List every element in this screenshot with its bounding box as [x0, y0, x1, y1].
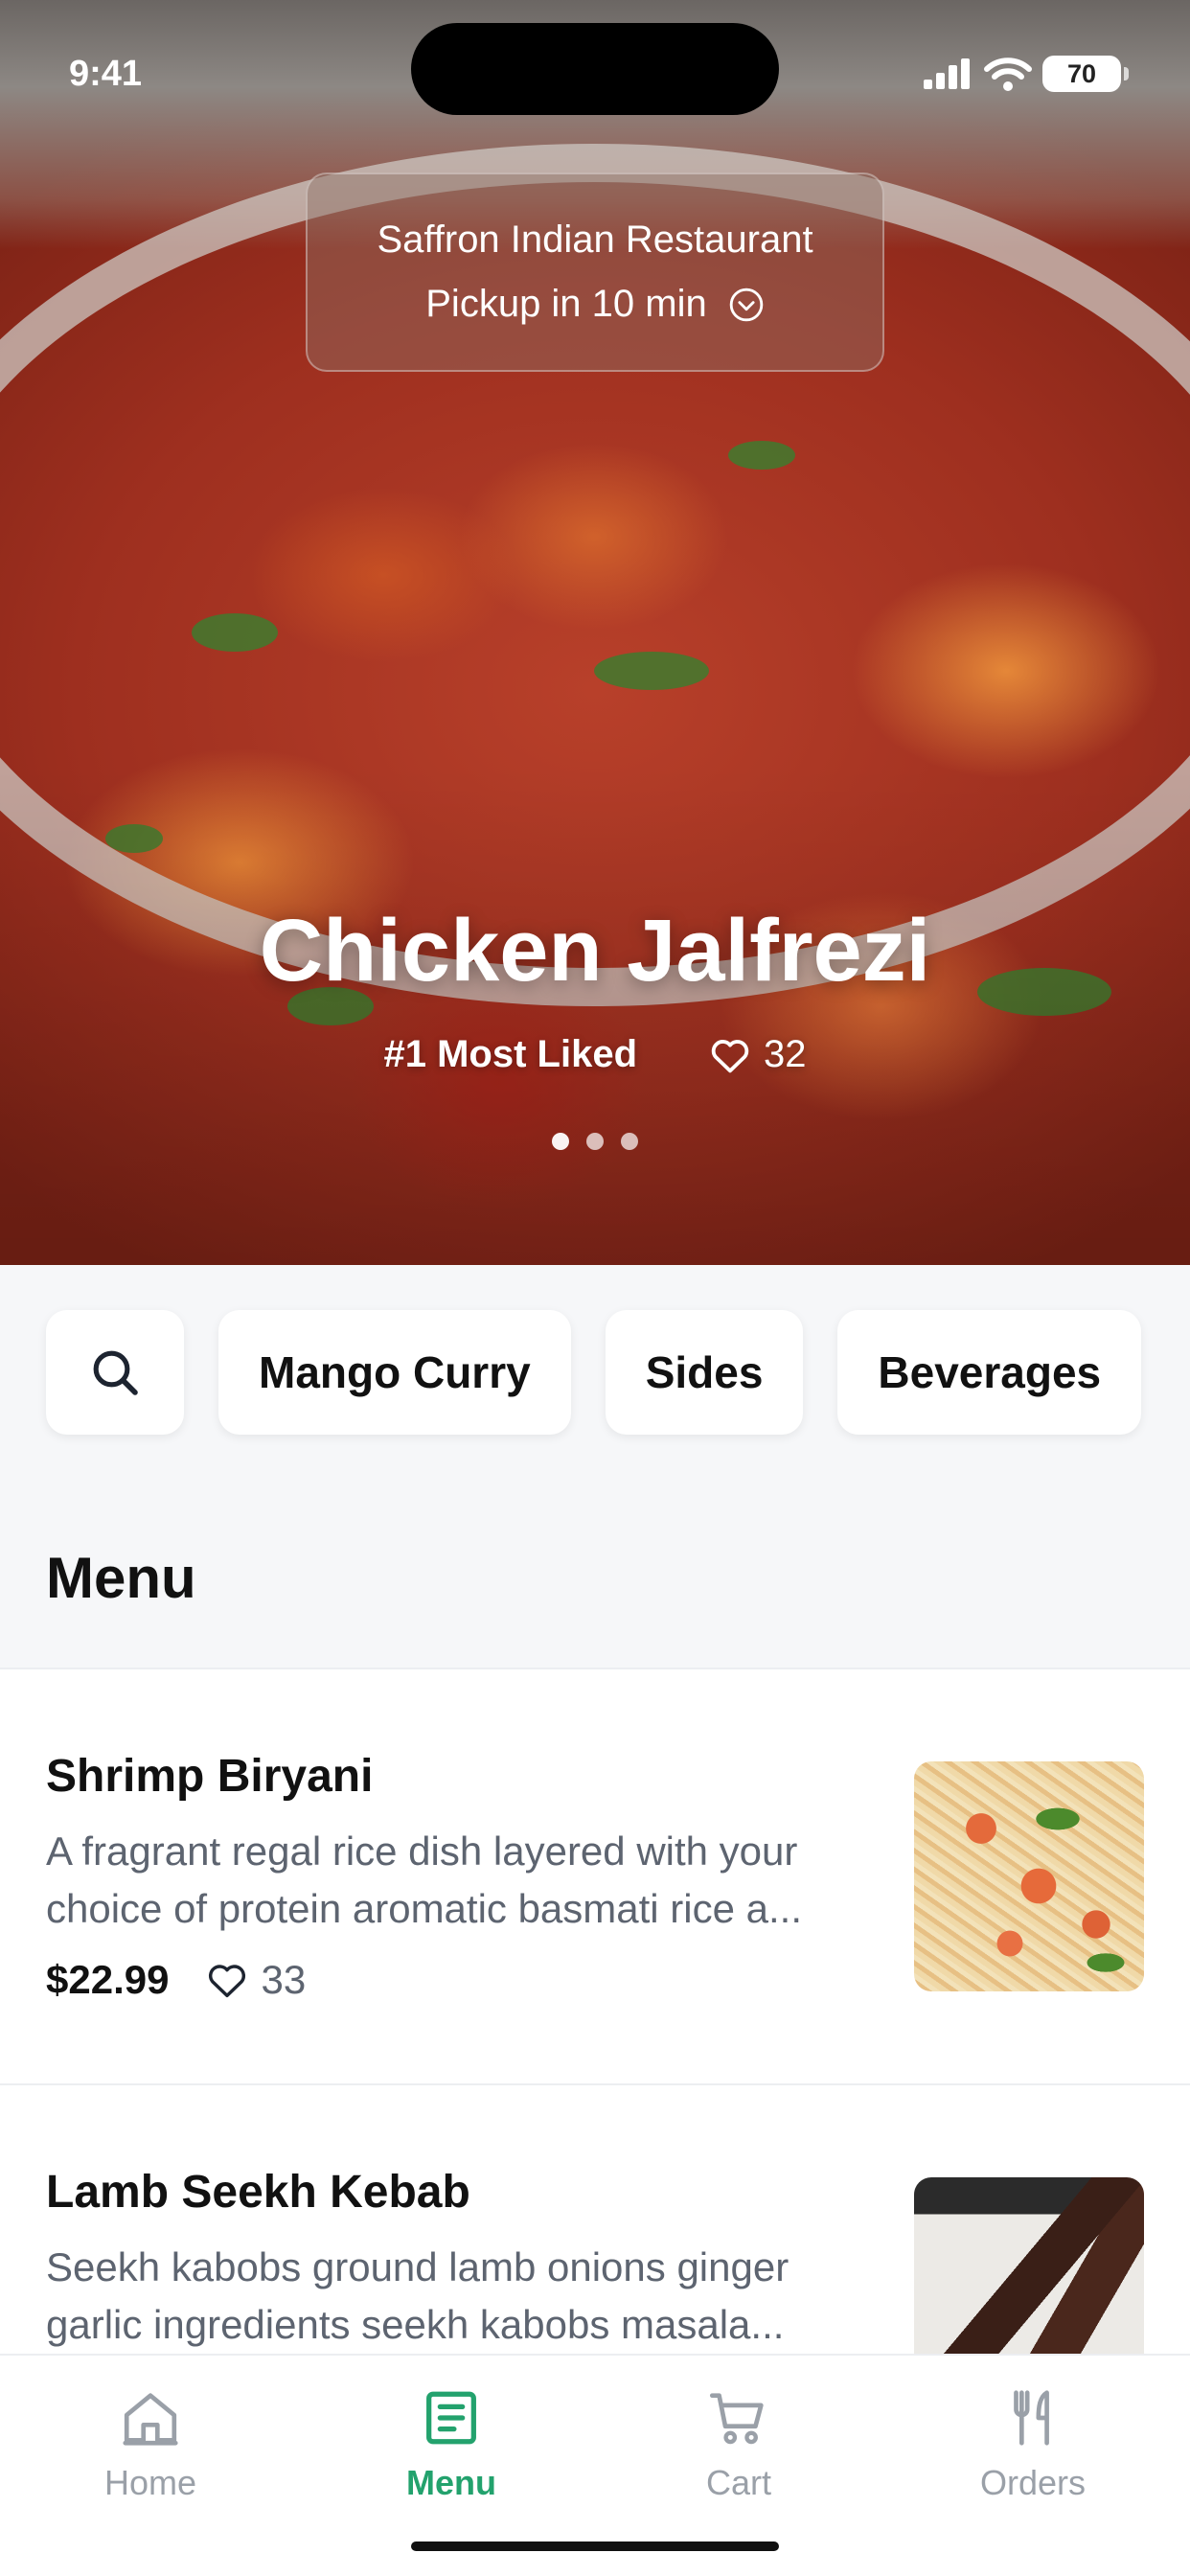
battery-icon: 70	[1042, 56, 1129, 92]
carousel-dot[interactable]	[586, 1133, 604, 1150]
menu-list: Shrimp Biryani A fragrant regal rice dis…	[0, 1668, 1190, 2358]
house-icon	[123, 2393, 178, 2446]
featured-dish-meta: #1 Most Liked 32	[0, 1033, 1190, 1076]
battery-level: 70	[1066, 58, 1097, 88]
dynamic-island	[411, 23, 779, 115]
pickup-time-row[interactable]: Pickup in 10 min	[425, 283, 764, 326]
herb-garnish	[728, 441, 795, 470]
most-liked-badge: #1 Most Liked	[383, 1033, 637, 1075]
bottom-tab-bar: Home Menu Cart Orders	[0, 2354, 1190, 2576]
herb-garnish	[594, 652, 709, 690]
cellular-signal-icon	[924, 58, 970, 89]
pickup-time: Pickup in 10 min	[425, 283, 707, 325]
menu-item-description-line: choice of protein aromatic basmati rice …	[46, 1886, 803, 1931]
lamb-seekh-kebab-photo	[914, 2177, 1144, 2358]
featured-likes-count: 32	[764, 1033, 807, 1075]
featured-dish-title: Chicken Jalfrezi	[259, 902, 931, 1000]
menu-item-shrimp-biryani[interactable]: Shrimp Biryani A fragrant regal rice dis…	[0, 1669, 1190, 2085]
tab-menu[interactable]: Menu	[355, 2384, 547, 2503]
menu-item-price: $22.99	[46, 1957, 170, 2002]
heart-outline-icon	[209, 1965, 246, 1998]
chevron-down-circle-icon	[729, 288, 763, 321]
tab-home[interactable]: Home	[55, 2384, 246, 2503]
menu-item-likes-count: 33	[261, 1957, 307, 2002]
category-chip-beverages[interactable]: Beverages	[837, 1310, 1142, 1435]
carousel-dots	[0, 1133, 1190, 1150]
carousel-dot[interactable]	[621, 1133, 638, 1150]
hero-shade	[0, 767, 1190, 1265]
featured-likes[interactable]: 32	[710, 1033, 807, 1076]
menu-item-description: A fragrant regal rice dish layered with …	[46, 1823, 860, 1938]
search-button[interactable]	[46, 1310, 184, 1435]
menu-item-likes[interactable]: 33	[207, 1957, 306, 2003]
heart-icon	[711, 1039, 749, 1072]
fork-knife-icon	[1014, 2390, 1049, 2446]
status-icons: 70	[922, 56, 1129, 92]
tab-label: Cart	[705, 2463, 771, 2502]
menu-item-name: Lamb Seekh Kebab	[46, 2167, 470, 2218]
herb-garnish	[192, 613, 278, 652]
shrimp-biryani-photo	[914, 1761, 1144, 1991]
tab-orders[interactable]: Orders	[937, 2384, 1129, 2503]
menu-item-description: Seekh kabobs ground lamb onions ginger g…	[46, 2239, 860, 2354]
cart-icon	[709, 2393, 764, 2445]
tab-label: Menu	[406, 2463, 496, 2502]
menu-item-meta: $22.99 33	[46, 1957, 306, 2003]
restaurant-name: Saffron Indian Restaurant	[377, 218, 813, 261]
category-chip-sides[interactable]: Sides	[605, 1310, 804, 1435]
menu-item-name: Shrimp Biryani	[46, 1751, 374, 1802]
menu-item-lamb-seekh-kebab[interactable]: Lamb Seekh Kebab Seekh kabobs ground lam…	[0, 2085, 1190, 2358]
search-icon	[93, 1350, 138, 1395]
menu-list-icon	[426, 2391, 476, 2445]
category-chip-mango-curry[interactable]: Mango Curry	[218, 1310, 571, 1435]
wifi-icon	[984, 58, 1032, 91]
restaurant-selector[interactable]: Saffron Indian Restaurant Pickup in 10 m…	[306, 172, 884, 372]
carousel-dot-active[interactable]	[552, 1133, 569, 1150]
menu-item-description-line: Seekh kabobs ground lamb onions ginger	[46, 2244, 790, 2289]
home-indicator[interactable]	[411, 2542, 779, 2551]
tab-cart[interactable]: Cart	[643, 2384, 835, 2503]
tab-label: Home	[103, 2463, 197, 2502]
tab-label: Orders	[979, 2463, 1087, 2502]
menu-item-description-line: garlic ingredients seekh kabobs masala..…	[46, 2302, 785, 2347]
status-bar: 9:41 70	[0, 0, 1190, 134]
category-bar: Mango Curry Sides Beverages	[46, 1310, 1142, 1435]
menu-section-title: Menu	[46, 1546, 196, 1610]
menu-item-description-line: A fragrant regal rice dish layered with …	[46, 1828, 798, 1874]
app-screen: Chicken Jalfrezi #1 Most Liked 32 9:41 7…	[0, 0, 1190, 2576]
status-time: 9:41	[69, 54, 143, 94]
